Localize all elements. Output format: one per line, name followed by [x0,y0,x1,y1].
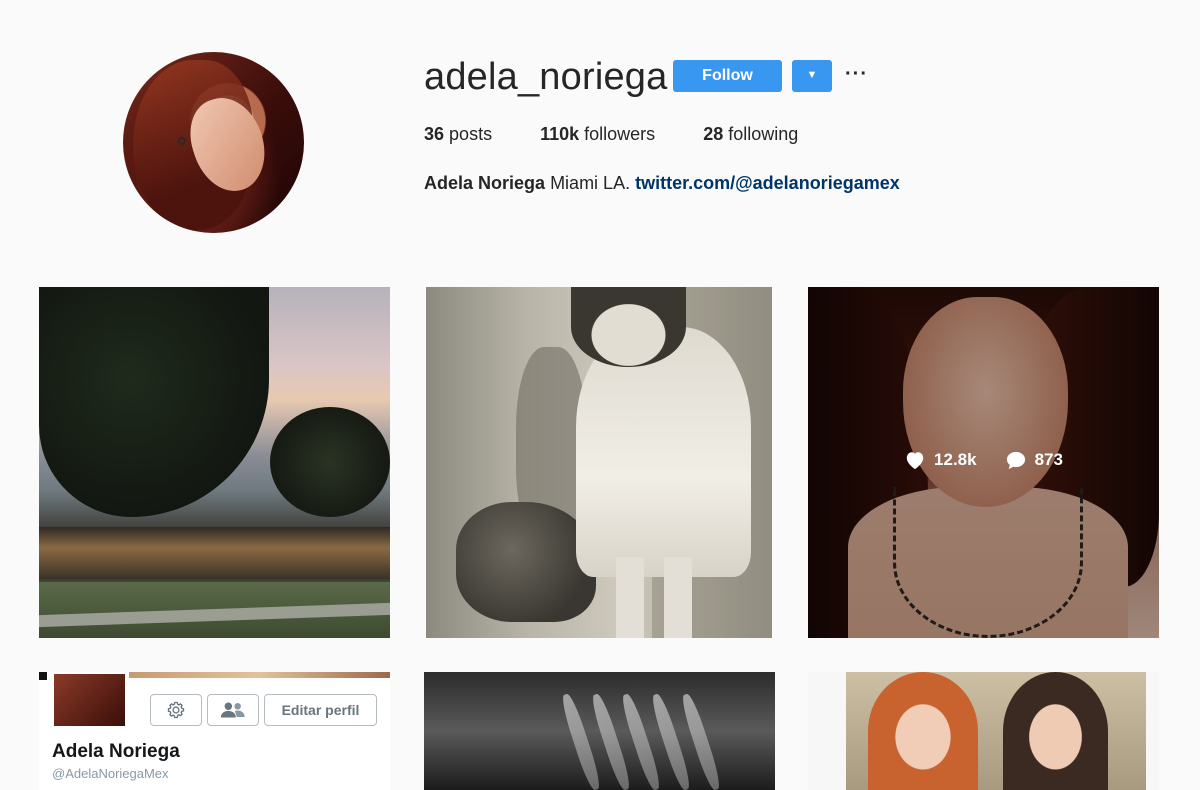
post-thumbnail-sunset-trees[interactable] [39,287,390,638]
posts-count: 36 [424,124,445,144]
chevron-down-icon: ▼ [806,69,818,81]
more-options-button[interactable]: ··· [845,62,867,90]
photo-person-brunette [1003,672,1108,790]
bio-text: Miami LA. [550,173,631,193]
post-metrics: 12.8k 873 [808,450,1159,470]
profile-avatar[interactable] [123,52,304,233]
photo-tree-right [270,407,390,517]
follow-button[interactable]: Follow [673,60,782,92]
post-thumbnail-portrait-hovered[interactable]: 12.8k 873 [808,287,1159,638]
photo-tree [39,287,269,517]
profile-bio: Adela Noriega Miami LA. twitter.com/@ade… [424,173,900,194]
following-count: 28 [703,124,724,144]
twitter-handle: @AdelaNoriegaMex [52,766,169,781]
twitter-cover [129,672,390,678]
likes-metric: 12.8k [904,450,977,470]
comments-count: 873 [1034,450,1063,469]
more-icon: ··· [845,63,868,85]
suggestions-dropdown-button[interactable]: ▼ [792,60,832,92]
bio-full-name: Adela Noriega [424,173,546,193]
post-thumbnail-childhood-photo[interactable] [426,287,772,638]
following-label: following [728,124,799,144]
twitter-lists-button [207,694,259,726]
photo-toy-horse [456,502,596,622]
photo-girl-head [571,287,686,367]
photo-person-redhead [868,672,978,790]
twitter-avatar [52,672,127,728]
posts-label: posts [449,124,493,144]
comments-metric: 873 [1005,450,1063,470]
comment-icon [1006,451,1025,470]
posts-stat: 36 posts [424,124,492,145]
corner-mark [39,672,47,680]
profile-username: adela_noriega [424,56,668,98]
post-thumbnail-bw-hair[interactable] [424,672,775,790]
people-icon [220,702,245,718]
profile-stats: 36 posts 110k followers 28 following [424,124,846,145]
followers-stat[interactable]: 110k followers [540,124,655,145]
twitter-display-name: Adela Noriega [52,741,180,762]
likes-count: 12.8k [934,450,977,469]
followers-count: 110k [540,124,580,144]
post-thumbnail-twitter-screenshot[interactable]: Editar perfil Adela Noriega @AdelaNorieg… [39,672,390,790]
gear-icon [167,701,185,719]
followers-label: followers [584,124,656,144]
post-thumbnail-two-women[interactable] [808,672,1159,790]
heart-icon [906,452,924,470]
twitter-edit-profile-button: Editar perfil [264,694,377,726]
photo-legs [616,557,696,638]
twitter-settings-button [150,694,202,726]
photo-water [39,527,390,579]
following-stat[interactable]: 28 following [703,124,798,145]
avatar-earring [178,137,186,145]
bio-link[interactable]: twitter.com/@adelanoriegamex [635,173,900,193]
photo-dress [576,327,751,577]
